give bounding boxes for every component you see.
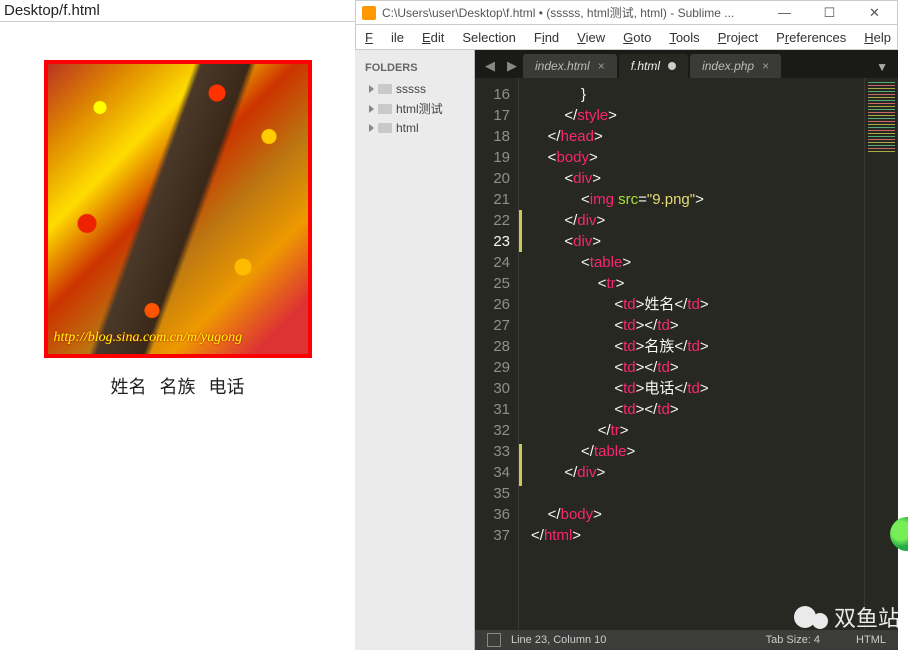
chevron-right-icon <box>369 85 374 93</box>
app-icon <box>362 6 376 20</box>
menu-find[interactable]: Find <box>525 30 568 45</box>
sidebar-folder[interactable]: html测试 <box>355 98 474 119</box>
status-position: Line 23, Column 10 <box>511 634 606 646</box>
maximize-button[interactable]: ☐ <box>807 1 852 25</box>
status-icon[interactable] <box>487 633 501 647</box>
status-bar[interactable]: Line 23, Column 10 Tab Size: 4 HTML <box>475 630 898 650</box>
minimap[interactable] <box>864 78 898 630</box>
window-titlebar[interactable]: C:\Users\user\Desktop\f.html • (sssss, h… <box>355 0 898 25</box>
close-icon[interactable]: × <box>598 59 605 73</box>
nav-back-icon[interactable]: ◀ <box>479 58 501 78</box>
menu-tools[interactable]: Tools <box>660 30 708 45</box>
wechat-icon <box>812 613 828 629</box>
menu-selection[interactable]: Selection <box>453 30 524 45</box>
sidebar-header: FOLDERS <box>355 62 474 80</box>
cell-ethnic: 名族 <box>160 377 196 397</box>
tab-f-html[interactable]: f.html <box>619 54 688 78</box>
menu-view[interactable]: View <box>568 30 614 45</box>
modified-dot-icon <box>668 62 676 70</box>
menu-bar[interactable]: File Edit Selection Find View Goto Tools… <box>355 25 898 50</box>
status-language[interactable]: HTML <box>856 634 886 646</box>
folder-icon <box>378 123 392 133</box>
sidebar-folder[interactable]: html <box>355 119 474 137</box>
tab-index-html[interactable]: index.html× <box>523 54 617 78</box>
preview-image: http://blog.sina.com.cn/m/yugong <box>44 60 312 358</box>
address-bar[interactable]: Desktop/f.html <box>0 0 355 22</box>
menu-file[interactable]: File <box>356 30 413 45</box>
page-body: http://blog.sina.com.cn/m/yugong 姓名 名族 电… <box>0 22 355 399</box>
sidebar[interactable]: FOLDERS sssss html测试 html <box>355 50 475 650</box>
close-button[interactable]: ✕ <box>852 1 897 25</box>
cell-name: 姓名 <box>110 377 146 397</box>
sublime-window: C:\Users\user\Desktop\f.html • (sssss, h… <box>355 0 898 650</box>
tab-overflow-icon[interactable]: ▼ <box>866 60 898 78</box>
tab-index-php[interactable]: index.php× <box>690 54 781 78</box>
window-title: C:\Users\user\Desktop\f.html • (sssss, h… <box>382 4 762 21</box>
chevron-right-icon <box>369 105 374 113</box>
diff-marker <box>519 78 525 630</box>
code-text[interactable]: } </style> </head> <body> <div> <img src… <box>525 78 864 630</box>
close-icon[interactable]: × <box>762 59 769 73</box>
menu-help[interactable]: Help <box>855 30 900 45</box>
menu-preferences[interactable]: Preferences <box>767 30 855 45</box>
editor: ◀ ▶ index.html× f.html index.php× ▼ 1617… <box>475 50 898 650</box>
folder-icon <box>378 84 392 94</box>
chevron-right-icon <box>369 124 374 132</box>
menu-project[interactable]: Project <box>709 30 767 45</box>
minimize-button[interactable]: — <box>762 1 807 25</box>
cell-phone: 电话 <box>209 377 245 397</box>
nav-fwd-icon[interactable]: ▶ <box>501 58 523 78</box>
overlay-watermark: 双鱼站 <box>794 601 900 633</box>
menu-edit[interactable]: Edit <box>413 30 453 45</box>
preview-table-row: 姓名 名族 电话 <box>0 373 355 399</box>
image-watermark: http://blog.sina.com.cn/m/yugong <box>54 330 243 346</box>
tab-bar[interactable]: ◀ ▶ index.html× f.html index.php× ▼ <box>475 50 898 78</box>
status-tabsize[interactable]: Tab Size: 4 <box>766 634 820 646</box>
menu-goto[interactable]: Goto <box>614 30 660 45</box>
folder-icon <box>378 104 392 114</box>
sidebar-folder[interactable]: sssss <box>355 80 474 98</box>
gutter: 1617181920212223242526272829303132333435… <box>475 78 519 630</box>
browser-preview: Desktop/f.html http://blog.sina.com.cn/m… <box>0 0 355 655</box>
code-area[interactable]: 1617181920212223242526272829303132333435… <box>475 78 898 630</box>
